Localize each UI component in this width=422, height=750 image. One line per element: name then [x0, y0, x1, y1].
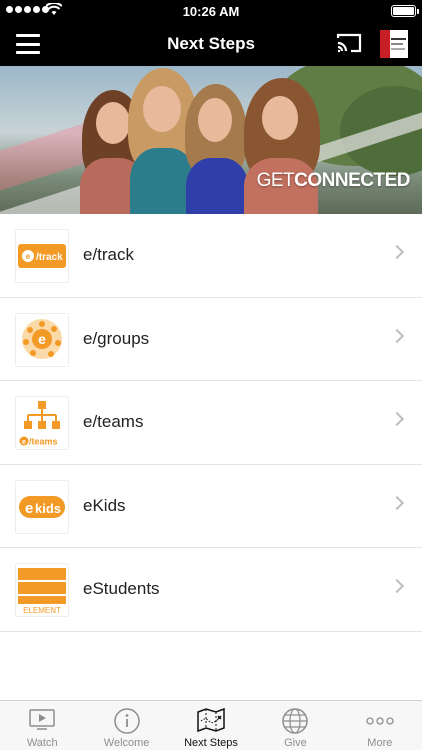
list-item-label: e/teams [83, 412, 144, 431]
etrack-logo-icon: e /track [16, 230, 68, 282]
tab-label: More [367, 737, 393, 749]
profile-thumbnail[interactable] [380, 30, 408, 58]
tab-give[interactable]: Give [253, 701, 337, 750]
navigation-bar: Next Steps [0, 22, 422, 66]
list-item-label: eStudents [83, 579, 160, 598]
tab-label: Watch [26, 737, 58, 749]
ekids-logo-icon: e kids [16, 480, 68, 533]
list-item-label: e/groups [83, 328, 150, 348]
egroups-logo-icon: e [16, 313, 68, 366]
info-icon [113, 708, 140, 734]
chevron-right-icon [389, 495, 405, 510]
tab-more[interactable]: More [338, 701, 422, 750]
svg-text:e: e [22, 439, 26, 446]
next-steps-list: e /track e/track e e/groups e /teams e/t… [0, 214, 422, 632]
list-item-estudents[interactable]: ELEMENT eStudents [0, 548, 422, 632]
list-item-egroups[interactable]: e e/groups [0, 298, 422, 381]
eteams-logo-icon: e /teams [16, 397, 68, 449]
banner-caption-bold: CONNECTED [294, 170, 410, 191]
etrack-logo-text: /track [36, 252, 63, 263]
tab-label: Next Steps [184, 737, 238, 749]
svg-text:e: e [26, 252, 31, 261]
chevron-right-icon [389, 411, 405, 427]
more-icon [366, 717, 394, 725]
play-icon [29, 709, 55, 730]
battery-icon [391, 5, 419, 17]
svg-text:e: e [25, 500, 33, 517]
tab-next-steps[interactable]: Next Steps [169, 701, 253, 750]
ekids-logo-text: kids [35, 501, 61, 516]
eteams-logo-text: /teams [29, 437, 58, 447]
list-item-ekids[interactable]: e kids eKids [0, 465, 422, 548]
element-logo-text: ELEMENT [23, 606, 61, 615]
list-item-label: eKids [83, 495, 126, 515]
svg-text:e: e [38, 331, 46, 347]
tab-welcome[interactable]: Welcome [84, 701, 168, 750]
chevron-right-icon [389, 328, 405, 343]
globe-icon [282, 708, 309, 734]
status-bar: 10:26 AM [0, 0, 422, 22]
cast-icon[interactable] [336, 32, 362, 54]
list-item-label: e/track [83, 245, 135, 264]
tab-watch[interactable]: Watch [0, 701, 84, 750]
list-item-etrack[interactable]: e /track e/track [0, 214, 422, 298]
tab-bar: Watch Welcome Next Steps Give More [0, 700, 422, 750]
banner-caption-light: GET [256, 170, 295, 191]
tab-label: Welcome [103, 737, 150, 749]
list-item-eteams[interactable]: e /teams e/teams [0, 381, 422, 465]
tab-label: Give [284, 737, 307, 749]
status-time: 10:26 AM [182, 4, 240, 19]
banner-caption: GETCONNECTED [256, 170, 411, 192]
get-connected-banner: GETCONNECTED [0, 66, 422, 214]
chevron-right-icon [389, 244, 405, 260]
chevron-right-icon [389, 578, 405, 594]
element-logo-icon: ELEMENT [16, 564, 68, 616]
map-icon [197, 707, 225, 733]
